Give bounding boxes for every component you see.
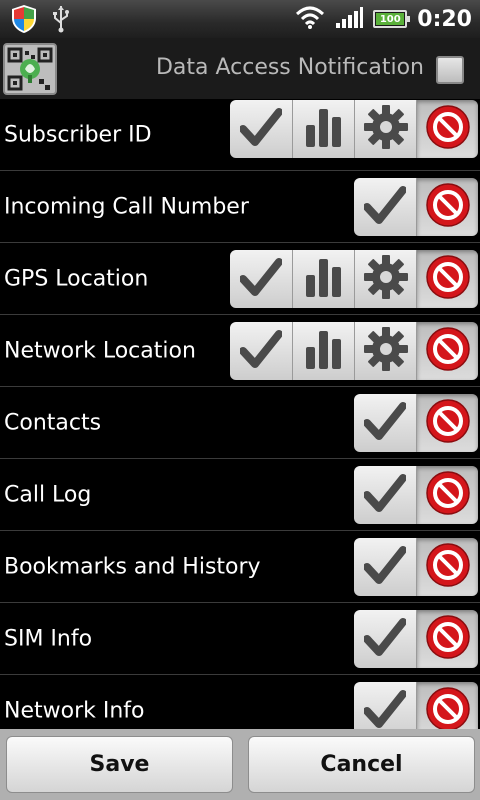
bar-chart-icon bbox=[303, 255, 345, 303]
signal-icon bbox=[335, 6, 364, 32]
no-entry-icon bbox=[425, 614, 471, 664]
gear-icon bbox=[363, 327, 408, 375]
deny-button[interactable] bbox=[416, 322, 478, 380]
permission-label: Call Log bbox=[4, 482, 92, 507]
list-item: Contacts bbox=[0, 387, 480, 459]
no-entry-icon bbox=[425, 254, 471, 304]
permission-label: Network Info bbox=[4, 698, 145, 723]
wifi-icon bbox=[295, 5, 325, 33]
gear-icon bbox=[363, 255, 408, 303]
check-icon bbox=[363, 545, 407, 589]
allow-button[interactable] bbox=[354, 682, 416, 729]
custom-button[interactable] bbox=[354, 250, 416, 308]
allow-button[interactable] bbox=[354, 538, 416, 596]
permission-label: Subscriber ID bbox=[4, 122, 152, 147]
check-icon bbox=[239, 257, 283, 301]
permission-label: Contacts bbox=[4, 410, 102, 435]
deny-button[interactable] bbox=[416, 250, 478, 308]
allow-button[interactable] bbox=[230, 322, 292, 380]
list-item: Bookmarks and History bbox=[0, 531, 480, 603]
qr-code-icon[interactable] bbox=[3, 43, 57, 95]
permission-label: GPS Location bbox=[4, 266, 149, 291]
permission-list[interactable]: Subscriber ID Incoming Call Number GPS Loc… bbox=[0, 99, 480, 729]
check-icon bbox=[363, 401, 407, 445]
footer: Save Cancel bbox=[0, 729, 480, 800]
access-button-group bbox=[230, 322, 478, 380]
check-icon bbox=[363, 185, 407, 229]
fake-button[interactable] bbox=[292, 250, 354, 308]
check-icon bbox=[363, 689, 407, 729]
notification-checkbox[interactable] bbox=[436, 56, 464, 84]
cancel-button[interactable]: Cancel bbox=[248, 736, 475, 793]
list-item: Call Log bbox=[0, 459, 480, 531]
fake-button[interactable] bbox=[292, 322, 354, 380]
list-item: Network Location bbox=[0, 315, 480, 387]
deny-button[interactable] bbox=[416, 100, 478, 158]
allow-button[interactable] bbox=[354, 394, 416, 452]
list-item: Subscriber ID bbox=[0, 99, 480, 171]
access-button-group bbox=[354, 394, 478, 452]
access-button-group bbox=[230, 250, 478, 308]
allow-button[interactable] bbox=[354, 466, 416, 524]
battery-icon: 100 bbox=[373, 10, 411, 28]
deny-button[interactable] bbox=[416, 394, 478, 452]
permission-label: Network Location bbox=[4, 338, 196, 363]
check-icon bbox=[239, 329, 283, 373]
allow-button[interactable] bbox=[354, 610, 416, 668]
bar-chart-icon bbox=[303, 327, 345, 375]
access-button-group bbox=[354, 178, 478, 236]
allow-button[interactable] bbox=[230, 100, 292, 158]
allow-button[interactable] bbox=[354, 178, 416, 236]
access-button-group bbox=[354, 538, 478, 596]
deny-button[interactable] bbox=[416, 610, 478, 668]
deny-button[interactable] bbox=[416, 466, 478, 524]
save-button[interactable]: Save bbox=[6, 736, 233, 793]
no-entry-icon bbox=[425, 398, 471, 448]
access-button-group bbox=[354, 466, 478, 524]
no-entry-icon bbox=[425, 470, 471, 520]
list-item: GPS Location bbox=[0, 243, 480, 315]
permission-label: SIM Info bbox=[4, 626, 93, 651]
allow-button[interactable] bbox=[230, 250, 292, 308]
deny-button[interactable] bbox=[416, 538, 478, 596]
no-entry-icon bbox=[425, 542, 471, 592]
access-button-group bbox=[230, 100, 478, 158]
check-icon bbox=[239, 107, 283, 151]
usb-icon bbox=[52, 5, 70, 37]
no-entry-icon bbox=[425, 686, 471, 729]
header: Data Access Notification bbox=[0, 38, 480, 99]
access-button-group bbox=[354, 682, 478, 729]
clock: 0:20 bbox=[417, 6, 472, 32]
gear-icon bbox=[363, 105, 408, 153]
notification-label: Data Access Notification bbox=[155, 55, 424, 80]
no-entry-icon bbox=[425, 104, 471, 154]
check-icon bbox=[363, 617, 407, 661]
no-entry-icon bbox=[425, 326, 471, 376]
status-bar: 100 0:20 bbox=[0, 0, 480, 38]
battery-level: 100 bbox=[379, 13, 401, 25]
permission-label: Incoming Call Number bbox=[4, 194, 249, 219]
no-entry-icon bbox=[425, 182, 471, 232]
custom-button[interactable] bbox=[354, 322, 416, 380]
list-item: Network Info bbox=[0, 675, 480, 729]
deny-button[interactable] bbox=[416, 178, 478, 236]
list-item: Incoming Call Number bbox=[0, 171, 480, 243]
list-item: SIM Info bbox=[0, 603, 480, 675]
fake-button[interactable] bbox=[292, 100, 354, 158]
deny-button[interactable] bbox=[416, 682, 478, 729]
shield-icon bbox=[10, 4, 38, 38]
check-icon bbox=[363, 473, 407, 517]
custom-button[interactable] bbox=[354, 100, 416, 158]
access-button-group bbox=[354, 610, 478, 668]
permission-label: Bookmarks and History bbox=[4, 554, 261, 579]
bar-chart-icon bbox=[303, 105, 345, 153]
